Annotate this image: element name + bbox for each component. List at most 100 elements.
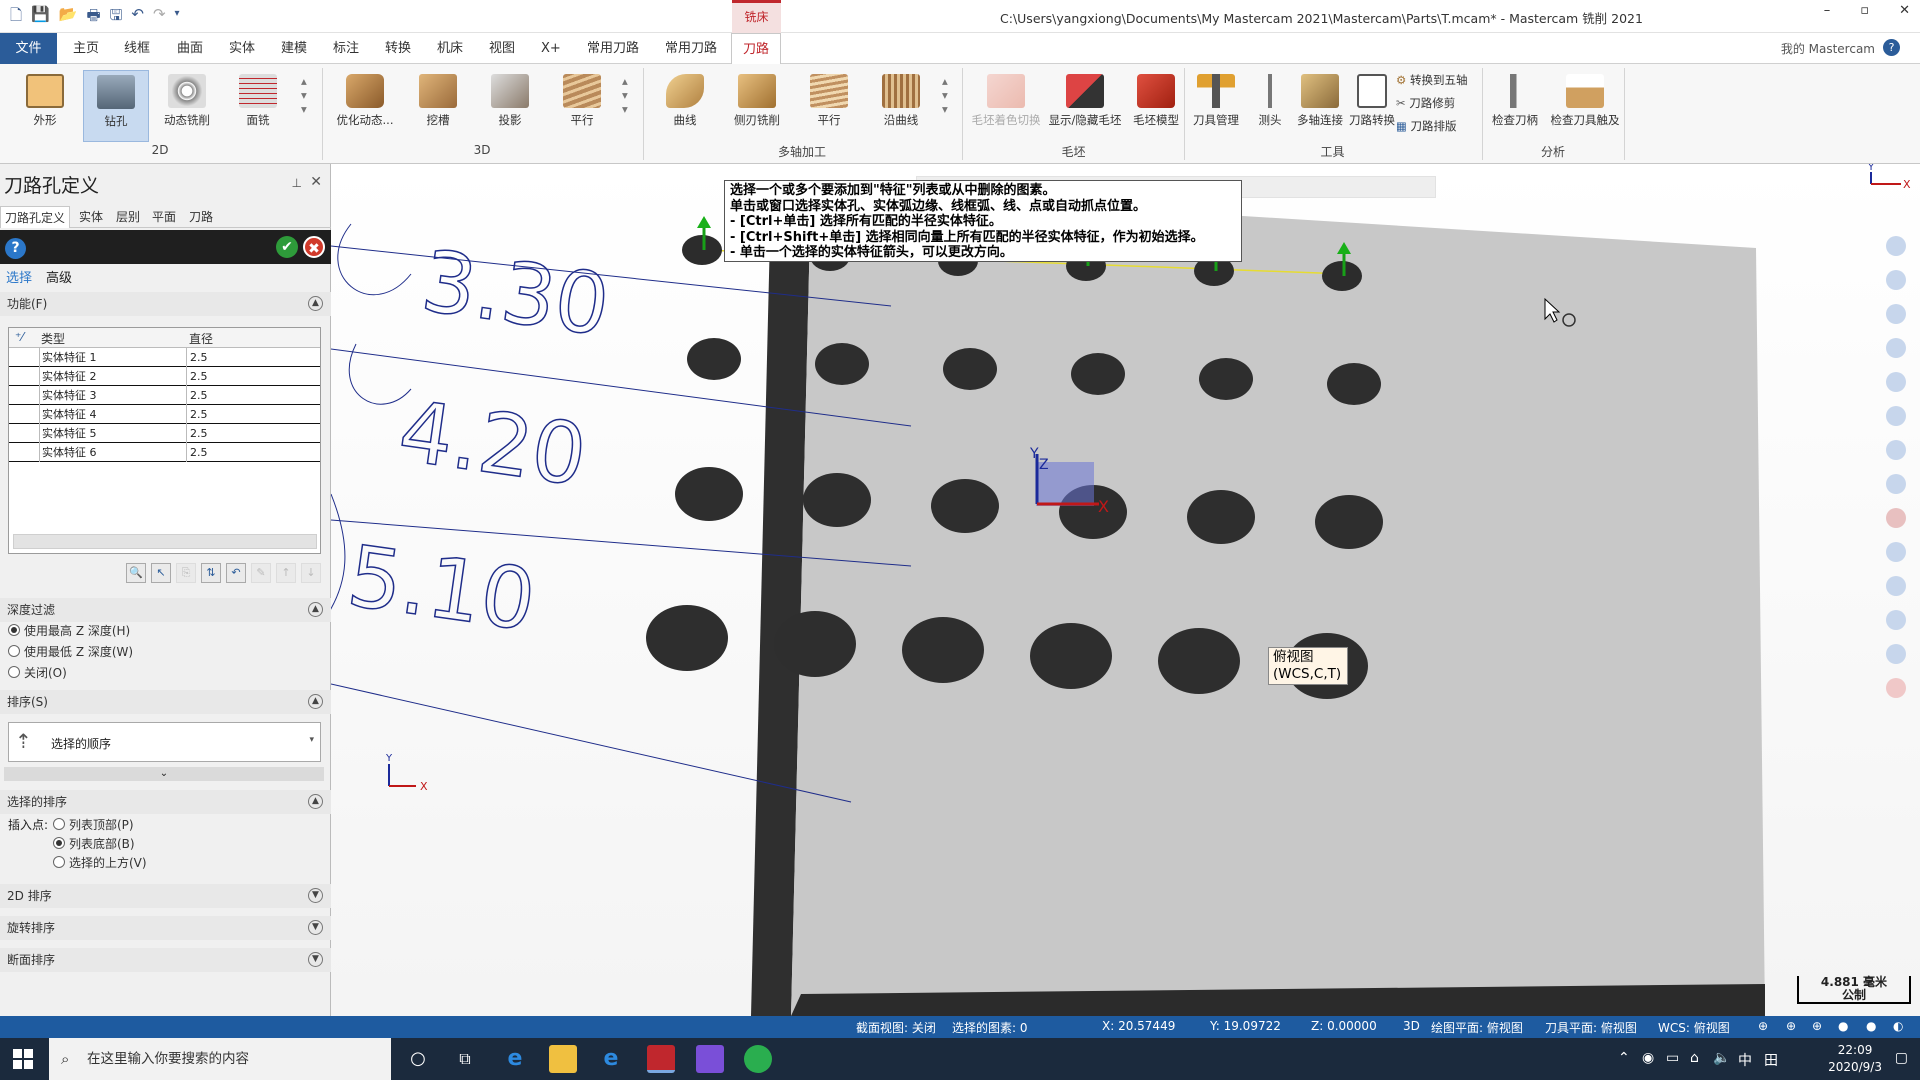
select-icon[interactable]: ↖ — [151, 563, 171, 583]
tab-machine[interactable]: 机床 — [428, 33, 472, 64]
collapse-icon[interactable]: ▲ — [308, 694, 323, 709]
mastercam-taskbar-icon[interactable] — [647, 1045, 675, 1073]
dynamic-mill-button[interactable]: 动态铣削 — [154, 70, 220, 142]
material-icon[interactable]: ● — [1866, 1019, 1876, 1033]
pocket-3d-button[interactable]: 挖槽 — [405, 70, 471, 142]
section-selection-sort[interactable]: 选择的排序 ▲ — [0, 790, 331, 814]
check-tool-reach-button[interactable]: 检查刀具触及 — [1546, 70, 1624, 142]
3d-scene[interactable]: 3.30 4.20 5.10 X Y Z X Y X Y — [331, 164, 1920, 1016]
cancel-button[interactable]: ✖ — [303, 236, 325, 258]
right-view-toolbar[interactable] — [1886, 236, 1906, 698]
stock-shading-button[interactable]: 毛坯着色切换 — [968, 70, 1044, 142]
parallel-3d-button[interactable]: 平行 — [549, 70, 615, 142]
tool-plane-status[interactable]: 刀具平面: 俯视图 — [1545, 1019, 1637, 1036]
tab-toolpaths[interactable]: 刀路 — [185, 206, 217, 228]
radio-list-bottom[interactable]: 列表底部(B) — [53, 835, 135, 852]
radio-highest-z[interactable]: 使用最高 Z 深度(H) — [8, 622, 130, 639]
tab-levels[interactable]: 层别 — [112, 206, 144, 228]
graphics-viewport[interactable]: 3.30 4.20 5.10 X Y Z X Y X Y 选择一个或多个要添加到… — [331, 164, 1920, 1016]
save-icon[interactable]: 💾 — [31, 5, 50, 30]
tab-solids[interactable]: 实体 — [220, 33, 264, 64]
collapse-icon[interactable]: ▲ — [308, 296, 323, 311]
tab-planes[interactable]: 平面 — [148, 206, 180, 228]
section-sort[interactable]: 排序(S) ▲ — [0, 690, 331, 714]
tray-app-icon[interactable]: ◉ — [1642, 1050, 1654, 1066]
gallery-scroll-icon[interactable]: ▴ ▾ ▾ — [622, 74, 628, 116]
table-row[interactable]: 实体特征 3 2.5 — [9, 386, 320, 405]
collapse-icon[interactable]: ▲ — [308, 794, 323, 809]
tab-toolpaths[interactable]: 刀路 — [731, 33, 781, 64]
my-mastercam-link[interactable]: 我的 Mastercam — [1781, 40, 1875, 57]
wcs-status[interactable]: WCS: 俯视图 — [1658, 1019, 1730, 1036]
mode-3d-toggle[interactable]: 3D — [1403, 1019, 1420, 1033]
nesting-button[interactable]: ▦ 刀路排版 — [1396, 118, 1457, 134]
tab-modeling[interactable]: 建模 — [272, 33, 316, 64]
volume-icon[interactable]: 🔈 — [1713, 1050, 1730, 1066]
sort-method-select[interactable]: ⇡ 选择的顺序 ▾ — [8, 722, 321, 762]
taskbar-search-box[interactable]: ⌕ 在这里输入你要搜索的内容 — [49, 1038, 391, 1080]
stock-model-button[interactable]: 毛坯模型 — [1124, 70, 1188, 142]
redo-icon[interactable]: ↷ — [153, 5, 166, 30]
close-button[interactable]: ✕ — [1899, 3, 1910, 18]
along-curve-button[interactable]: 沿曲线 — [868, 70, 934, 142]
print-icon[interactable]: 🖶 — [86, 5, 100, 30]
project-button[interactable]: 投影 — [477, 70, 543, 142]
restore-button[interactable]: ▫ — [1860, 3, 1869, 18]
table-row[interactable]: 实体特征 5 2.5 — [9, 424, 320, 443]
new-file-icon[interactable]: 🗋 — [10, 5, 22, 30]
undo-icon[interactable]: ↶ — [131, 5, 144, 30]
grid-options-icon[interactable]: ⁺⁄ — [15, 330, 23, 344]
face-mill-button[interactable]: 面铣 — [225, 70, 291, 142]
battery-icon[interactable]: ▭ — [1666, 1050, 1679, 1066]
shading-icon[interactable]: ● — [1838, 1019, 1848, 1033]
edge-icon[interactable]: e — [501, 1045, 529, 1073]
tab-solids[interactable]: 实体 — [75, 206, 107, 228]
open-icon[interactable]: 📂 — [59, 5, 78, 30]
section-view-status[interactable]: 截面视图: 关闭 — [856, 1019, 936, 1036]
task-view-icon[interactable]: ⧉ — [451, 1045, 479, 1073]
tab-wireframe[interactable]: 线框 — [115, 33, 159, 64]
file-explorer-icon[interactable] — [549, 1045, 577, 1073]
tab-home[interactable]: 主页 — [64, 33, 108, 64]
tool-manager-button[interactable]: 刀具管理 — [1184, 70, 1248, 142]
radio-lowest-z[interactable]: 使用最低 Z 深度(W) — [8, 643, 133, 660]
radio-off[interactable]: 关闭(O) — [8, 664, 67, 681]
horizontal-scrollbar[interactable] — [13, 534, 317, 549]
expand-sort-options-icon[interactable]: ⌄ — [4, 767, 324, 781]
table-row[interactable]: 实体特征 6 2.5 — [9, 443, 320, 462]
table-row[interactable]: 实体特征 2 2.5 — [9, 367, 320, 386]
tab-hole-definition[interactable]: 刀路孔定义 — [0, 206, 71, 228]
contour-button[interactable]: 外形 — [12, 70, 78, 142]
optirough-button[interactable]: 优化动态... — [332, 70, 398, 142]
tab-view[interactable]: 视图 — [480, 33, 524, 64]
check-holder-button[interactable]: 检查刀柄 — [1486, 70, 1544, 142]
section-rotary-sort[interactable]: 旋转排序 ▼ — [0, 916, 331, 940]
toolpath-transform-button[interactable]: 刀路转换 — [1344, 70, 1400, 142]
section-2d-sort[interactable]: 2D 排序 ▼ — [0, 884, 331, 908]
swarf-button[interactable]: 侧刃铣削 — [724, 70, 790, 142]
expand-icon[interactable]: ▼ — [308, 888, 323, 903]
gallery-scroll-icon[interactable]: ▴ ▾ ▾ — [301, 74, 307, 116]
subtab-advanced[interactable]: 高级 — [46, 267, 72, 286]
app-taskbar-icon[interactable] — [696, 1045, 724, 1073]
ime-mode-indicator[interactable]: 田 — [1764, 1050, 1778, 1070]
table-row[interactable]: 实体特征 4 2.5 — [9, 405, 320, 424]
globe-icon[interactable]: ⊕ — [1758, 1019, 1768, 1033]
move-up-icon[interactable]: ↑ — [276, 563, 296, 583]
save-as-icon[interactable]: 🖫 — [110, 5, 123, 30]
parallel-multiaxis-button[interactable]: 平行 — [796, 70, 862, 142]
help-icon[interactable]: ? — [5, 238, 26, 259]
curve-multiaxis-button[interactable]: 曲线 — [652, 70, 718, 142]
tab-common-toolpaths-2[interactable]: 常用刀路 — [656, 33, 726, 64]
view-icon[interactable]: ⊕ — [1812, 1019, 1822, 1033]
edit-icon[interactable]: ✎ — [251, 563, 271, 583]
expand-icon[interactable]: ▼ — [308, 952, 323, 967]
qat-dropdown-icon[interactable]: ▾ — [175, 5, 180, 30]
wechat-icon[interactable] — [744, 1045, 772, 1073]
ie-icon[interactable]: e — [597, 1045, 625, 1073]
collapse-icon[interactable]: ▲ — [308, 602, 323, 617]
radio-list-top[interactable]: 列表顶部(P) — [53, 816, 134, 833]
minimize-button[interactable]: – — [1824, 3, 1831, 18]
probe-button[interactable]: 测头 — [1248, 70, 1292, 142]
notifications-icon[interactable]: ▢ — [1895, 1050, 1908, 1066]
